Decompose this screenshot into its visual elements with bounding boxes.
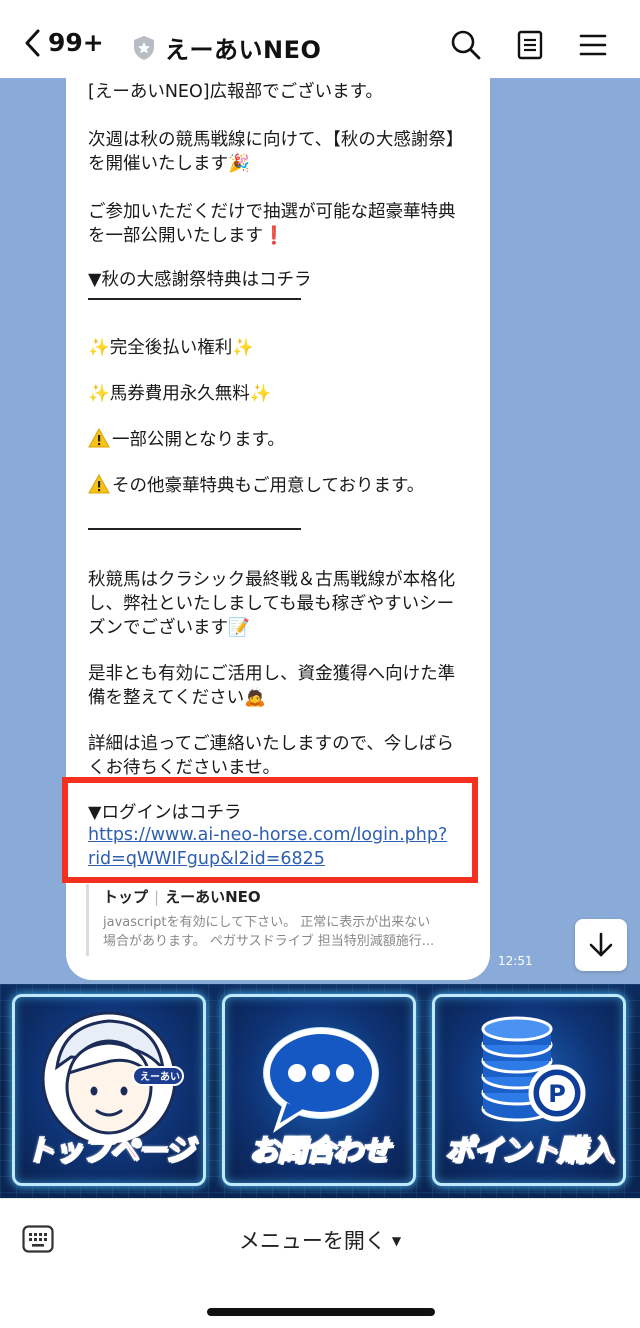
party-popper-icon: 🎉 bbox=[228, 154, 250, 174]
chat-title-area[interactable]: えーあいNEO bbox=[133, 30, 321, 65]
search-icon bbox=[451, 30, 481, 60]
menu-icon bbox=[579, 34, 607, 56]
message-line: 詳細は追ってご連絡いたしますので、今しばら bbox=[88, 734, 454, 754]
tile-label: ポイント購入 bbox=[444, 1132, 615, 1168]
chevron-left-icon bbox=[25, 29, 40, 56]
home-indicator bbox=[207, 1308, 435, 1316]
message-line: し、弊社といたしましても最も稼ぎやすいシー bbox=[88, 594, 455, 614]
message-line: ▼秋の大感謝祭特典はコチラ bbox=[88, 270, 312, 290]
official-shield-icon bbox=[134, 35, 154, 60]
chat-title: えーあいNEO bbox=[165, 36, 322, 64]
memo-icon: 📝 bbox=[228, 618, 250, 638]
sparkle-icon: ✨ bbox=[232, 338, 255, 358]
sparkle-icon: ✨ bbox=[88, 338, 110, 358]
chat-area[interactable]: [えーあいNEO]広報部でございます。 次週は秋の競馬戦線に向けて、【秋の大感謝… bbox=[0, 78, 640, 984]
link-preview-description: javascriptを有効にして下さい。 正常に表示が出来ない bbox=[103, 915, 431, 930]
rich-menu-point-purchase[interactable]: P ポイント購入 bbox=[432, 994, 626, 1186]
back-button[interactable]: 99+ bbox=[24, 28, 104, 57]
warning-icon bbox=[88, 428, 110, 448]
scroll-to-bottom-button[interactable] bbox=[575, 919, 627, 971]
message-line: 是非とも有効にご活用し、資金獲得へ向けた準 bbox=[88, 664, 456, 684]
search-button[interactable] bbox=[449, 28, 483, 62]
avatar-badge-text: えーあい bbox=[140, 1072, 180, 1083]
coin-letter: P bbox=[548, 1080, 566, 1108]
sparkle-icon: ✨ bbox=[249, 384, 272, 404]
tile-label: トップページ bbox=[25, 1132, 195, 1168]
message-line: 秋競馬はクラシック最終戦＆古馬戦線が本格化 bbox=[88, 570, 456, 590]
link-preview[interactable]: トップ | えーあいNEO javascriptを有効にして下さい。 正常に表示が出… bbox=[86, 884, 466, 956]
login-label: ▼ログインはコチラ bbox=[88, 803, 242, 823]
divider-line bbox=[88, 528, 301, 530]
message-line: [えーあいNEO]広報部でございます。 bbox=[88, 82, 383, 102]
message-timestamp: 12:51 bbox=[498, 954, 533, 968]
rich-menu-contact[interactable]: お問合わせ bbox=[222, 994, 416, 1186]
login-link-highlight: ▼ログインはコチラ https://www.ai-neo-horse.com/l… bbox=[62, 777, 478, 883]
caret-down-icon: ▼ bbox=[391, 1234, 402, 1248]
message-line: ✨馬券費用永久無料✨ bbox=[88, 384, 272, 404]
message-line: 次週は秋の競馬戦線に向けて、【秋の大感謝祭】 bbox=[88, 130, 464, 150]
open-menu-toggle[interactable]: メニューを開く ▼ bbox=[0, 1225, 640, 1255]
link-preview-description: 場合があります。 ペガサスドライブ 担当特別減額施行... bbox=[103, 934, 435, 949]
login-url-link[interactable]: https://www.ai-neo-horse.com/login.php? … bbox=[88, 823, 447, 871]
warning-icon bbox=[88, 474, 110, 494]
tile-label: お問合わせ bbox=[248, 1132, 391, 1168]
notes-button[interactable] bbox=[513, 28, 547, 62]
message-line: ズンでございます📝 bbox=[88, 618, 250, 638]
menu-button[interactable] bbox=[576, 28, 610, 62]
message-line: を一部公開いたします❗ bbox=[88, 226, 285, 246]
message-line: ご参加いただくだけで抽選が可能な超豪華特典 bbox=[88, 202, 456, 222]
message-line: その他豪華特典もご用意しております。 bbox=[88, 474, 424, 498]
notes-icon bbox=[517, 30, 543, 60]
link-preview-title: トップ | えーあいNEO bbox=[103, 888, 261, 906]
arrow-down-icon bbox=[589, 932, 613, 957]
message-line: を開催いたします🎉 bbox=[88, 154, 250, 174]
rich-menu: えーあい トップページ お問合わせ P ポイント購入 bbox=[0, 984, 640, 1198]
exclamation-icon: ❗ bbox=[263, 226, 285, 246]
divider-line bbox=[88, 298, 301, 300]
bottom-bar: メニューを開く ▼ bbox=[0, 1198, 640, 1328]
message-line: 一部公開となります。 bbox=[88, 428, 285, 452]
message-line: ✨完全後払い権利✨ bbox=[88, 338, 255, 358]
bowing-person-icon: 🙇 bbox=[244, 688, 266, 708]
sparkle-icon: ✨ bbox=[88, 384, 110, 404]
unread-count: 99+ bbox=[48, 28, 104, 57]
chat-header: 99+ えーあいNEO bbox=[0, 0, 640, 78]
rich-menu-top-page[interactable]: えーあい トップページ bbox=[12, 994, 206, 1186]
message-line: 備を整えてください🙇 bbox=[88, 688, 266, 708]
